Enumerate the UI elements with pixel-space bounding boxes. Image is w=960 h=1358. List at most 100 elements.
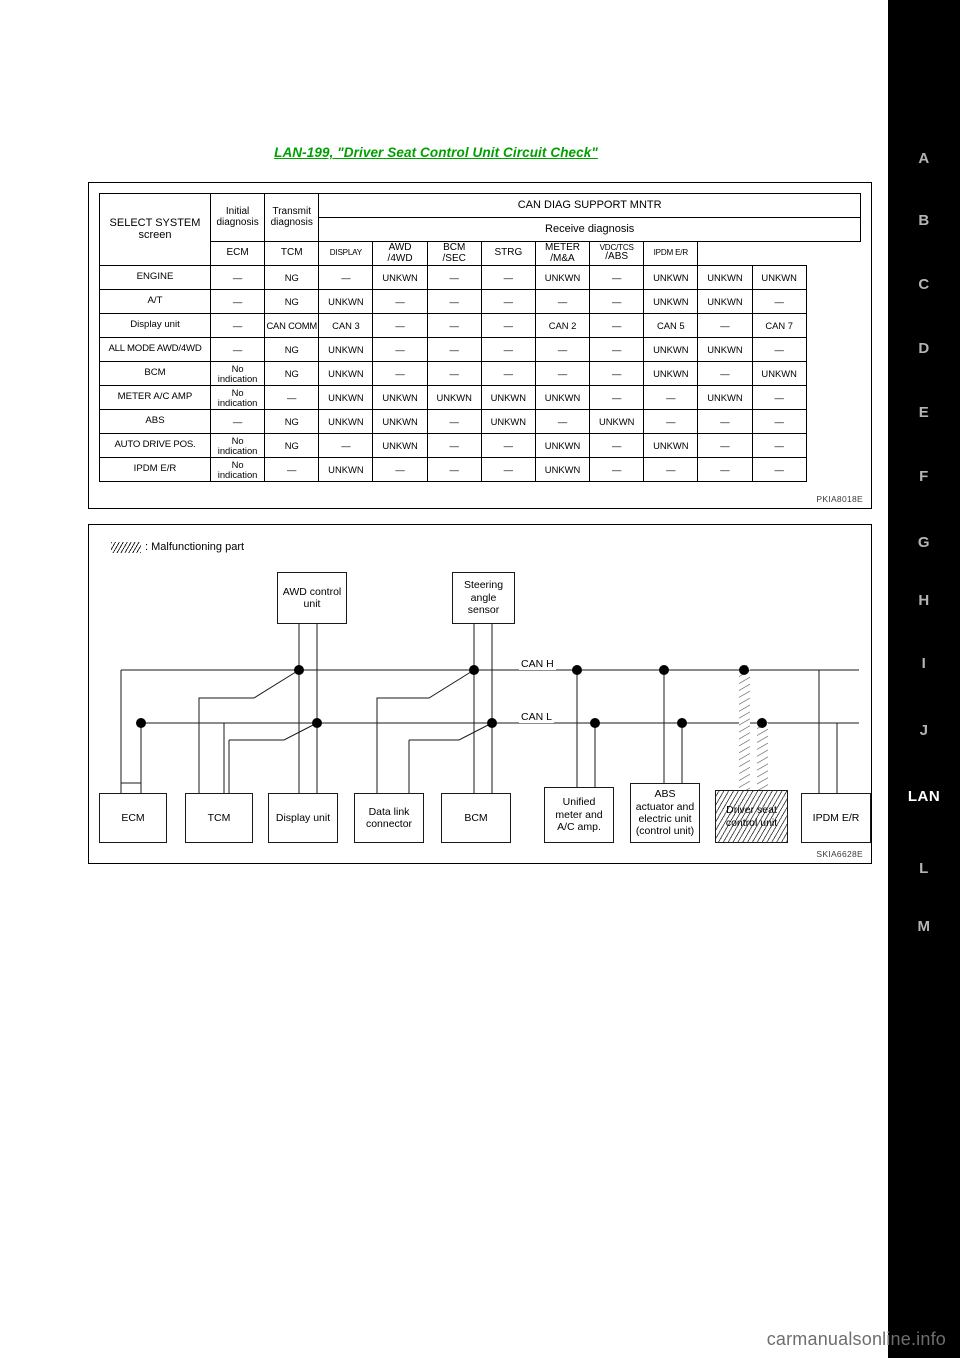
table-row: BCM No indication NG UNKWN — — — — — UNKWN — UNKWN xyxy=(99,361,861,386)
can-diag-support-table: SELECT SYSTEM screen Initial diagnosis T… xyxy=(99,193,861,482)
cell-transmit-diagnosis: NG xyxy=(264,289,320,314)
section-tab-c[interactable]: C xyxy=(888,276,960,293)
cell-receive-diagnosis: UNKWN xyxy=(697,265,753,290)
header-col-line1: ECM xyxy=(226,247,249,259)
header-col-line1: TCM xyxy=(280,247,303,259)
cell-receive-diagnosis: — xyxy=(643,457,699,482)
section-tab-lan[interactable]: LAN xyxy=(888,788,960,805)
cell-initial-diagnosis: — xyxy=(209,289,266,314)
cell-transmit-diagnosis: NG xyxy=(264,433,320,458)
cross-reference-link[interactable]: LAN-199, "Driver Seat Control Unit Circu… xyxy=(0,145,872,160)
header-col-line1: METER xyxy=(545,242,581,253)
cell-receive-diagnosis: — xyxy=(589,337,645,362)
cell-system-name: Display unit xyxy=(99,313,211,338)
cell-receive-diagnosis: UNKWN xyxy=(372,265,428,290)
header-initial-line1: Initial xyxy=(225,206,250,217)
cell-initial-diagnosis: No indication xyxy=(209,361,266,386)
header-receive-diagnosis: Receive diagnosis xyxy=(318,217,861,242)
cell-receive-diagnosis: — xyxy=(426,433,482,458)
header-col-line2: /ABS xyxy=(605,251,629,263)
cell-receive-diagnosis: — xyxy=(372,289,428,314)
section-tab-h[interactable]: H xyxy=(888,592,960,609)
header-select-system-screen: SELECT SYSTEM screen xyxy=(99,193,211,266)
section-tab-b[interactable]: B xyxy=(888,212,960,229)
cell-receive-diagnosis: UNKWN xyxy=(480,409,536,434)
cell-receive-diagnosis: — xyxy=(480,361,536,386)
cell-receive-diagnosis: — xyxy=(426,289,482,314)
cell-receive-diagnosis: UNKWN xyxy=(697,385,753,410)
cell-transmit-diagnosis: — xyxy=(264,457,320,482)
cell-receive-diagnosis: — xyxy=(480,265,536,290)
document-sheet: LAN-199, "Driver Seat Control Unit Circu… xyxy=(0,0,888,1358)
cell-receive-diagnosis: UNKWN xyxy=(643,337,699,362)
cell-receive-diagnosis: UNKWN xyxy=(318,289,374,314)
cell-receive-diagnosis: — xyxy=(426,265,482,290)
header-can-diag-support-mntr: CAN DIAG SUPPORT MNTR xyxy=(318,193,861,218)
cell-receive-diagnosis: UNKWN xyxy=(318,457,374,482)
header-receive-col-bcm: BCM/SEC xyxy=(426,241,482,266)
node-driver-seat-control-unit[interactable]: Driver seat control unit xyxy=(715,790,788,843)
section-tab-e[interactable]: E xyxy=(888,404,960,421)
cell-system-name: METER A/C AMP xyxy=(99,385,211,410)
cell-receive-diagnosis: UNKWN xyxy=(589,409,645,434)
cell-receive-diagnosis: UNKWN xyxy=(372,433,428,458)
section-tab-m[interactable]: M xyxy=(888,918,960,935)
header-receive-col-vdc-tcs: VDC/TCS/ABS xyxy=(589,241,645,266)
cell-initial-diagnosis: — xyxy=(209,265,266,290)
cell-receive-diagnosis: — xyxy=(372,337,428,362)
cell-initial-diagnosis: No indication xyxy=(209,457,266,482)
cell-receive-diagnosis: UNKWN xyxy=(751,265,807,290)
section-tab-a[interactable]: A xyxy=(888,150,960,167)
node-awd-control-unit[interactable]: AWD control unit xyxy=(277,572,347,624)
cell-receive-diagnosis: — xyxy=(589,265,645,290)
node-unified-meter-ac-amp[interactable]: Unified meter and A/C amp. xyxy=(544,787,614,843)
table-row: ABS — NG UNKWN UNKWN — UNKWN — UNKWN — — — xyxy=(99,409,861,434)
section-tab-l[interactable]: L xyxy=(888,860,960,877)
node-display-unit[interactable]: Display unit xyxy=(268,793,338,843)
header-transmit-diagnosis: Transmit diagnosis xyxy=(264,193,320,242)
cell-receive-diagnosis: — xyxy=(589,313,645,338)
node-steering-angle-sensor[interactable]: Steering angle sensor xyxy=(452,572,515,624)
cell-receive-diagnosis: — xyxy=(751,289,807,314)
cell-receive-diagnosis: — xyxy=(697,409,753,434)
section-tab-i[interactable]: I xyxy=(888,655,960,672)
cell-transmit-diagnosis: NG xyxy=(264,409,320,434)
cell-receive-diagnosis: UNKWN xyxy=(751,361,807,386)
cell-system-name: A/T xyxy=(99,289,211,314)
can-network-diagram-figure: : Malfunctioning part CAN H CAN L AWD co… xyxy=(88,524,872,864)
cell-transmit-diagnosis: NG xyxy=(264,337,320,362)
node-tcm[interactable]: TCM xyxy=(185,793,253,843)
node-abs-actuator-electric-unit[interactable]: ABS actuator and electric unit (control uni… xyxy=(630,783,700,843)
cell-system-name: ENGINE xyxy=(99,265,211,290)
header-col-line2: /M&A xyxy=(550,252,575,264)
section-tab-d[interactable]: D xyxy=(888,340,960,357)
section-tab-g[interactable]: G xyxy=(888,534,960,551)
cell-receive-diagnosis: UNKWN xyxy=(643,433,699,458)
node-label: IPDM E/R xyxy=(812,811,860,824)
cell-initial-diagnosis: — xyxy=(209,313,266,338)
node-ipdm-er[interactable]: IPDM E/R xyxy=(801,793,871,843)
cell-receive-diagnosis: — xyxy=(426,313,482,338)
cell-receive-diagnosis: UNKWN xyxy=(534,457,591,482)
cell-receive-diagnosis: UNKWN xyxy=(697,337,753,362)
cell-receive-diagnosis: — xyxy=(534,409,591,434)
header-receive-col-display: DISPLAY xyxy=(318,241,374,266)
header-row-1: SELECT SYSTEM screen Initial diagnosis T… xyxy=(99,193,861,266)
node-ecm[interactable]: ECM xyxy=(99,793,167,843)
section-tab-f[interactable]: F xyxy=(888,468,960,485)
section-tab-j[interactable]: J xyxy=(888,722,960,739)
node-bcm[interactable]: BCM xyxy=(441,793,511,843)
node-label: Steering angle sensor xyxy=(463,579,504,617)
bus-label-can-h: CAN H xyxy=(519,658,556,670)
cell-initial-diagnosis: — xyxy=(209,409,266,434)
cell-receive-diagnosis: — xyxy=(589,433,645,458)
cell-receive-diagnosis: — xyxy=(480,289,536,314)
cell-system-name: ALL MODE AWD/4WD xyxy=(99,337,211,362)
cell-receive-diagnosis: — xyxy=(534,337,591,362)
header-receive-col-awd: AWD/4WD xyxy=(372,241,428,266)
node-data-link-connector[interactable]: Data link connector xyxy=(354,793,424,843)
cell-receive-diagnosis: UNKWN xyxy=(426,385,482,410)
cell-receive-diagnosis: UNKWN xyxy=(534,385,591,410)
diagnosis-table-figure: SELECT SYSTEM screen Initial diagnosis T… xyxy=(88,182,872,639)
cell-receive-diagnosis: — xyxy=(426,457,482,482)
